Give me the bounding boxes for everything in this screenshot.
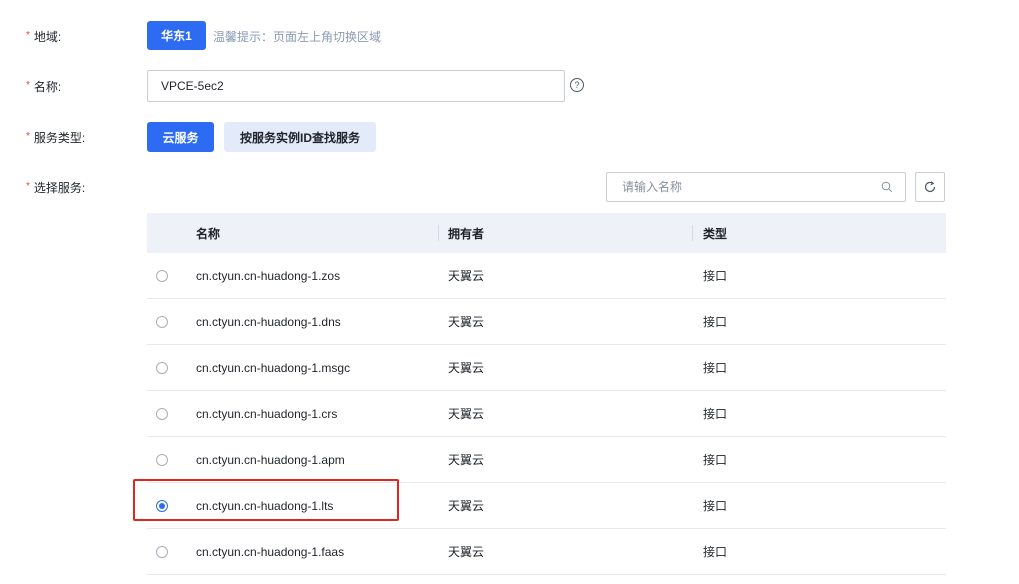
- service-type: 接口: [703, 499, 728, 513]
- select-service-label: * 选择服务:: [26, 181, 86, 195]
- column-header-name: 名称: [196, 226, 221, 241]
- refresh-icon: [924, 181, 936, 193]
- service-type: 接口: [703, 407, 728, 421]
- radio-button-selected[interactable]: [156, 499, 168, 512]
- table-row[interactable]: cn.ctyun.cn-huadong-1.zos 天翼云 接口: [147, 253, 946, 299]
- required-mark: *: [26, 181, 30, 192]
- region-button[interactable]: 华东1: [147, 21, 206, 50]
- column-divider: [692, 225, 693, 241]
- question-circle-icon[interactable]: ?: [570, 78, 584, 92]
- service-type: 接口: [703, 545, 728, 559]
- service-name: cn.ctyun.cn-huadong-1.lts: [196, 498, 334, 513]
- service-type: 接口: [703, 361, 728, 375]
- service-owner: 天翼云: [448, 545, 485, 559]
- service-owner: 天翼云: [448, 361, 485, 375]
- table-row[interactable]: cn.ctyun.cn-huadong-1.crs 天翼云 接口: [147, 391, 946, 437]
- search-input[interactable]: [607, 173, 867, 201]
- table-row[interactable]: cn.ctyun.cn-huadong-1.dns 天翼云 接口: [147, 299, 946, 345]
- service-type: 接口: [703, 453, 728, 467]
- table-row[interactable]: cn.ctyun.cn-huadong-1.msgc 天翼云 接口: [147, 345, 946, 391]
- radio-button[interactable]: [156, 315, 168, 328]
- service-owner: 天翼云: [448, 499, 485, 513]
- search-icon[interactable]: [881, 181, 893, 193]
- region-tip: 温馨提示：页面左上角切换区域: [213, 30, 382, 44]
- cloud-service-button[interactable]: 云服务: [147, 122, 214, 152]
- service-type-label: * 服务类型:: [26, 131, 86, 145]
- search-box: [606, 172, 906, 202]
- table-row[interactable]: cn.ctyun.cn-huadong-1.lts 天翼云 接口: [147, 483, 946, 529]
- service-owner: 天翼云: [448, 407, 485, 421]
- service-owner: 天翼云: [448, 315, 485, 329]
- table-row[interactable]: cn.ctyun.cn-huadong-1.apm 天翼云 接口: [147, 437, 946, 483]
- refresh-button[interactable]: [915, 172, 945, 202]
- region-label: * 地域:: [26, 30, 62, 44]
- column-header-owner: 拥有者: [448, 226, 485, 241]
- service-name: cn.ctyun.cn-huadong-1.apm: [196, 452, 345, 467]
- service-name: cn.ctyun.cn-huadong-1.dns: [196, 314, 341, 329]
- required-mark: *: [26, 80, 30, 91]
- service-name: cn.ctyun.cn-huadong-1.msgc: [196, 360, 351, 375]
- required-mark: *: [26, 131, 30, 142]
- table-row[interactable]: cn.ctyun.cn-huadong-1.faas 天翼云 接口: [147, 529, 946, 575]
- radio-button[interactable]: [156, 361, 168, 374]
- radio-button[interactable]: [156, 453, 168, 466]
- name-label: * 名称:: [26, 80, 62, 94]
- required-mark: *: [26, 30, 30, 41]
- service-name: cn.ctyun.cn-huadong-1.crs: [196, 406, 338, 421]
- find-by-instance-id-button[interactable]: 按服务实例ID查找服务: [224, 122, 376, 152]
- radio-button[interactable]: [156, 269, 168, 282]
- service-type: 接口: [703, 315, 728, 329]
- column-divider: [438, 225, 439, 241]
- service-owner: 天翼云: [448, 453, 485, 467]
- name-input[interactable]: [147, 70, 565, 102]
- radio-button[interactable]: [156, 545, 168, 558]
- service-name: cn.ctyun.cn-huadong-1.zos: [196, 268, 341, 283]
- service-table: 名称 拥有者 类型 cn.ctyun.cn-huadong-1.zos 天翼云 …: [147, 213, 946, 575]
- radio-button[interactable]: [156, 407, 168, 420]
- service-type: 接口: [703, 269, 728, 283]
- service-name: cn.ctyun.cn-huadong-1.faas: [196, 544, 345, 559]
- column-header-type: 类型: [703, 226, 728, 241]
- service-owner: 天翼云: [448, 269, 485, 283]
- table-header: 名称 拥有者 类型: [147, 213, 946, 253]
